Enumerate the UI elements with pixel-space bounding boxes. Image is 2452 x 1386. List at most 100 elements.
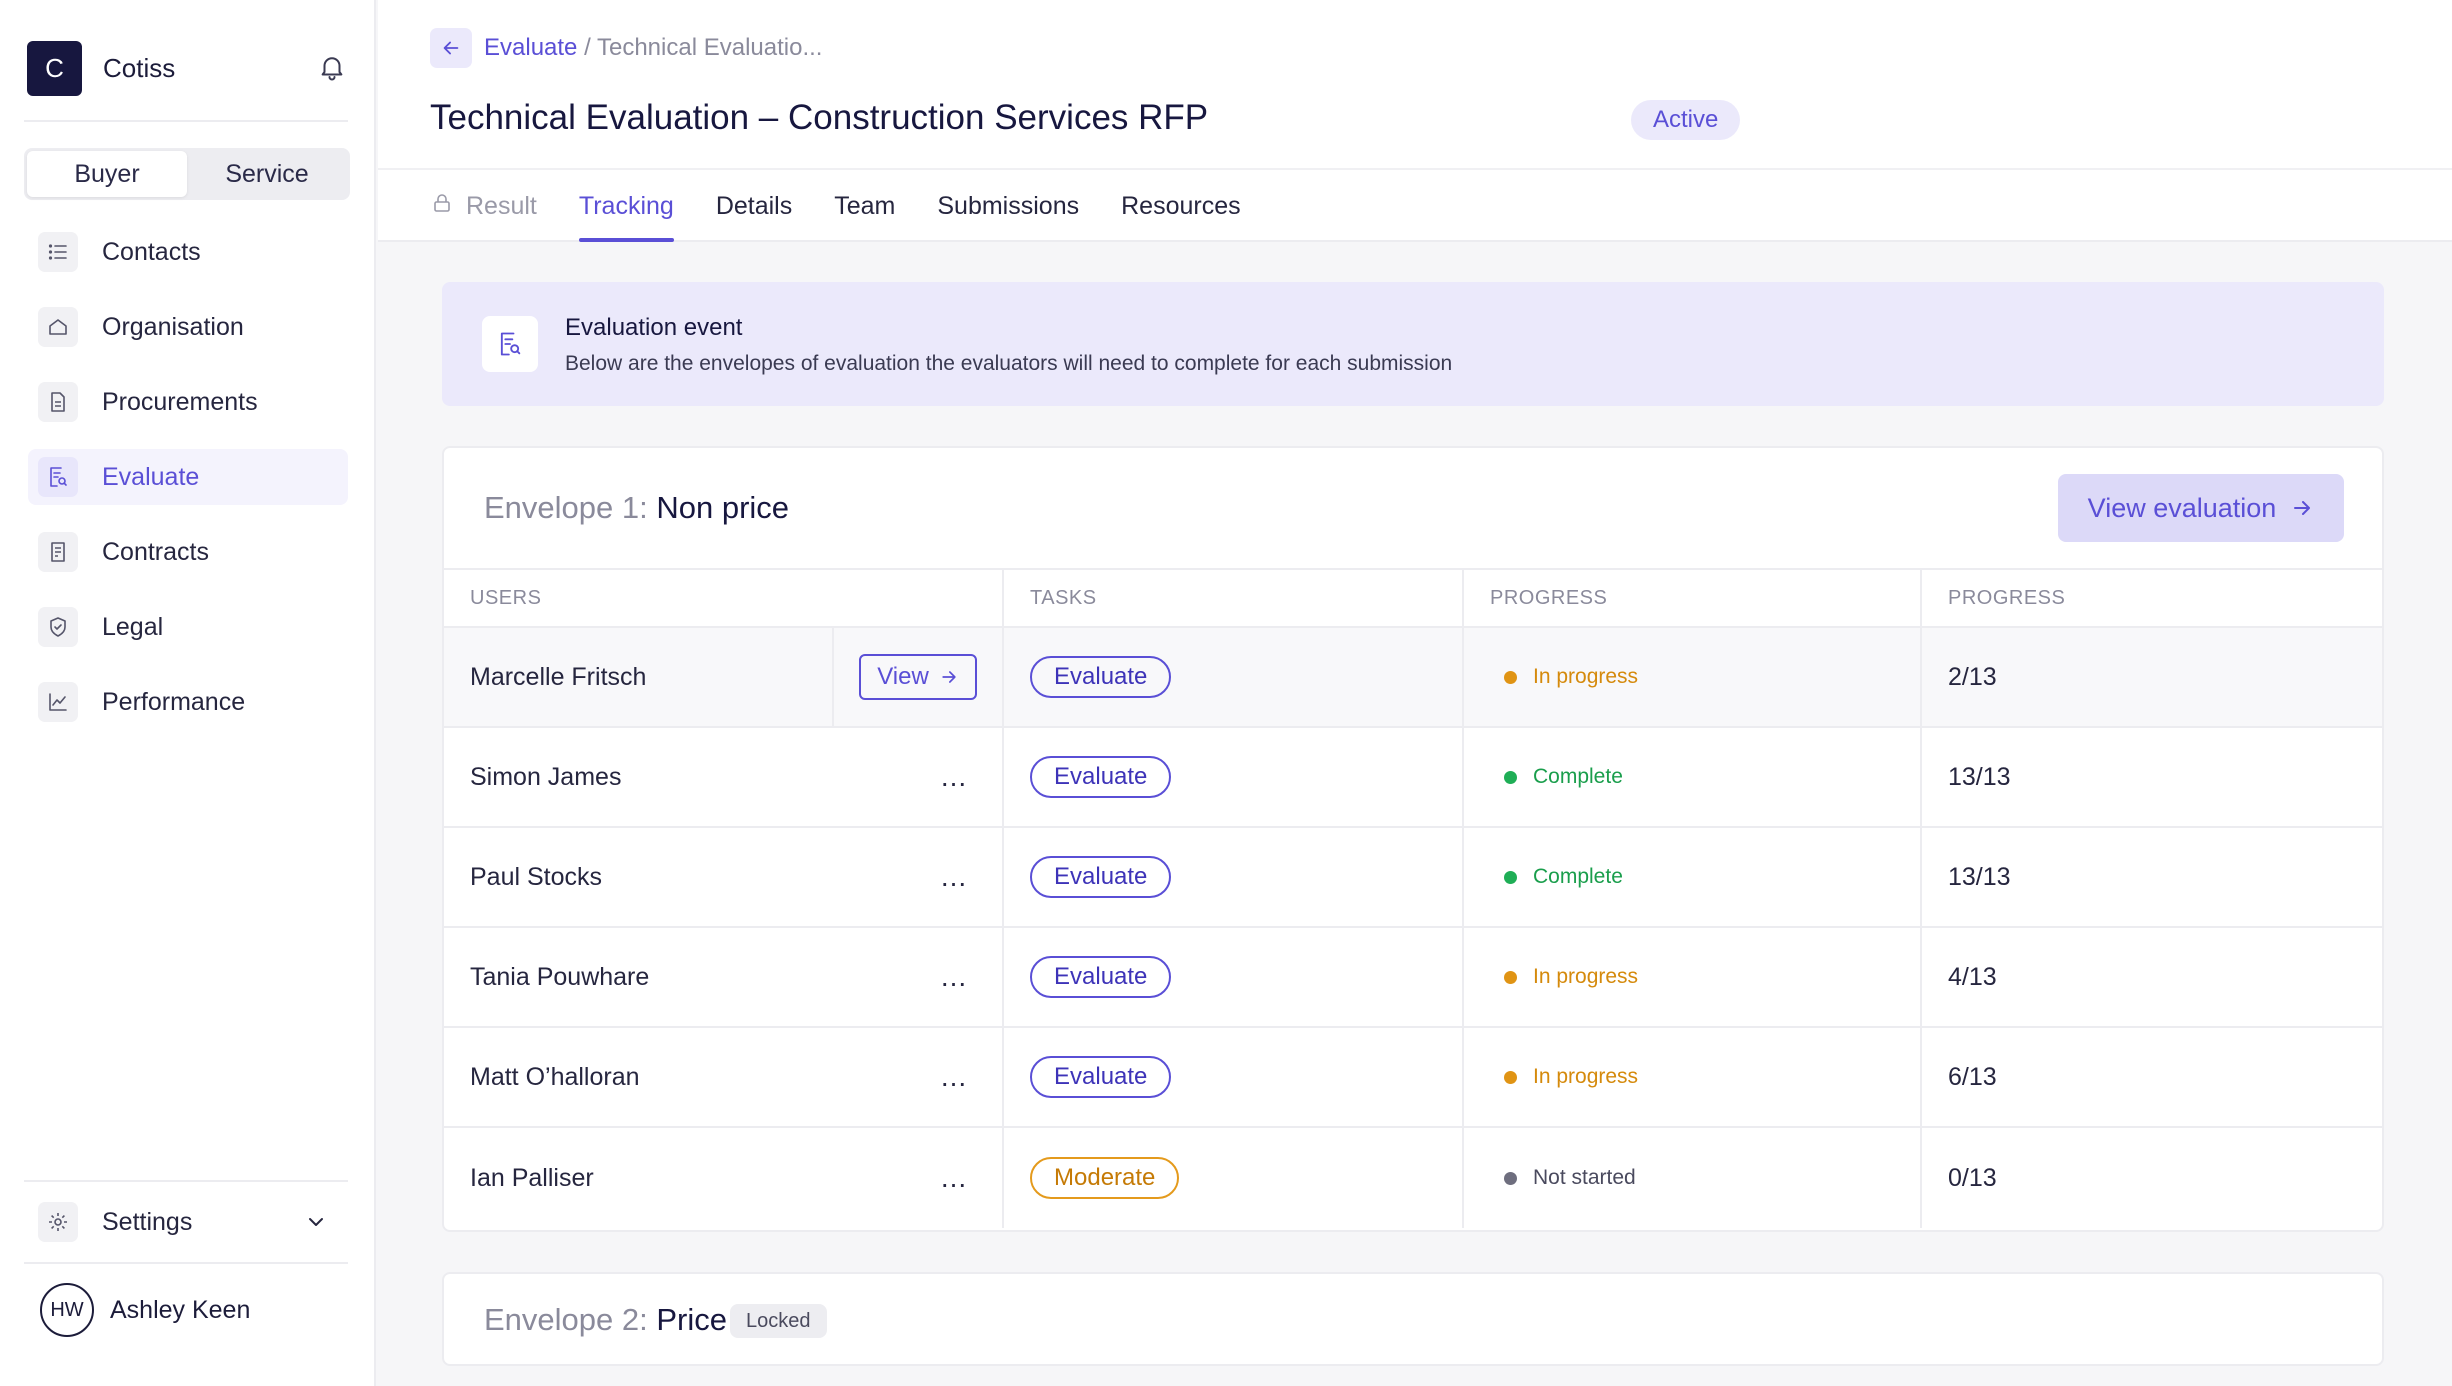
progress-status-cell: Complete xyxy=(1464,828,1922,926)
task-cell: Evaluate xyxy=(1004,728,1464,826)
document-icon xyxy=(38,382,78,422)
tab-resources[interactable]: Resources xyxy=(1121,170,1241,242)
status-text: Not started xyxy=(1533,1166,1636,1189)
row-actions: View xyxy=(832,628,1002,726)
user-cell: Matt O’halloran ... xyxy=(444,1028,1004,1126)
tab-label: Result xyxy=(466,191,537,220)
more-options-icon[interactable]: ... xyxy=(934,761,974,793)
lock-icon xyxy=(430,191,454,222)
sidebar-item-legal[interactable]: Legal xyxy=(28,599,348,655)
page-header: Evaluate / Technical Evaluatio... Techni… xyxy=(378,0,2452,242)
divider xyxy=(24,120,348,122)
user-cell: Ian Palliser ... xyxy=(444,1128,1004,1228)
view-label: View xyxy=(877,663,929,690)
toggle-buyer[interactable]: Buyer xyxy=(27,151,187,197)
sidebar-item-evaluate[interactable]: Evaluate xyxy=(28,449,348,505)
more-options-icon[interactable]: ... xyxy=(934,961,974,993)
locked-badge: Locked xyxy=(730,1304,827,1338)
back-button[interactable] xyxy=(430,28,472,68)
envelope-prefix: Envelope 2: xyxy=(484,1302,648,1337)
arrow-right-icon xyxy=(2294,501,2311,515)
contract-icon xyxy=(38,532,78,572)
evaluators-table: USERS TASKS PROGRESS PROGRESS Marcelle F… xyxy=(444,568,2382,1228)
sidebar-item-contacts[interactable]: Contacts xyxy=(28,224,348,280)
task-evaluate-button[interactable]: Evaluate xyxy=(1030,956,1172,998)
tab-submissions[interactable]: Submissions xyxy=(937,170,1079,242)
shield-icon xyxy=(38,607,78,647)
task-moderate-button[interactable]: Moderate xyxy=(1030,1157,1180,1199)
sidebar-item-contracts[interactable]: Contracts xyxy=(28,524,348,580)
gear-icon xyxy=(38,1202,78,1242)
envelope-title: Envelope 2: Price xyxy=(484,1302,727,1338)
sidebar-item-organisation[interactable]: Organisation xyxy=(28,299,348,355)
user-profile[interactable]: HW Ashley Keen xyxy=(40,1283,250,1337)
task-evaluate-button[interactable]: Evaluate xyxy=(1030,1056,1172,1098)
progress-status-cell: In progress xyxy=(1464,628,1922,726)
task-cell: Evaluate xyxy=(1004,628,1464,726)
evaluate-icon xyxy=(482,316,538,372)
status-text: In progress xyxy=(1533,1065,1639,1088)
task-evaluate-button[interactable]: Evaluate xyxy=(1030,856,1172,898)
user-name: Ashley Keen xyxy=(110,1295,251,1324)
task-evaluate-button[interactable]: Evaluate xyxy=(1030,756,1172,798)
status-badge: Active xyxy=(1631,100,1741,140)
buyer-service-toggle: Buyer Service xyxy=(24,148,350,200)
progress-count-cell: 2/13 xyxy=(1948,662,1997,691)
settings-label: Settings xyxy=(102,1207,193,1236)
view-evaluation-label: View evaluation xyxy=(2087,492,2277,523)
sidebar: C Cotiss Buyer Service Contacts Organisa… xyxy=(0,0,376,1386)
more-options-icon[interactable]: ... xyxy=(934,861,974,893)
table-row: Tania Pouwhare ... Evaluate In progress … xyxy=(444,928,2382,1028)
sidebar-item-label: Contacts xyxy=(102,237,201,266)
brand: C Cotiss xyxy=(27,40,347,96)
breadcrumb: Evaluate / Technical Evaluatio... xyxy=(484,34,822,62)
envelope-title: Envelope 1: Non price xyxy=(484,490,789,526)
arrow-right-icon xyxy=(942,671,956,683)
status-text: In progress xyxy=(1533,965,1639,988)
tab-result[interactable]: Result xyxy=(430,170,537,242)
status-dot xyxy=(1504,870,1517,884)
envelope-name: Price xyxy=(656,1302,727,1337)
user-name: Tania Pouwhare xyxy=(470,962,650,991)
column-header-progress-count: PROGRESS xyxy=(1948,586,2066,609)
toggle-service[interactable]: Service xyxy=(187,151,347,197)
column-header-progress-status: PROGRESS xyxy=(1464,570,1922,626)
status-dot xyxy=(1504,770,1517,784)
progress-count-cell: 13/13 xyxy=(1948,762,2011,791)
sidebar-item-label: Legal xyxy=(102,612,164,641)
view-button[interactable]: View xyxy=(859,654,977,700)
sidebar-item-procurements[interactable]: Procurements xyxy=(28,374,348,430)
progress-status-cell: Not started xyxy=(1464,1128,1922,1228)
task-evaluate-button[interactable]: Evaluate xyxy=(1030,656,1172,698)
more-options-icon[interactable]: ... xyxy=(934,1162,974,1194)
progress-count-cell: 13/13 xyxy=(1948,862,2011,891)
table-row: Paul Stocks ... Evaluate Complete 13/13 xyxy=(444,828,2382,928)
envelope-name: Non price xyxy=(656,490,790,525)
sidebar-item-label: Contracts xyxy=(102,537,209,566)
tab-tracking[interactable]: Tracking xyxy=(578,170,674,242)
sidebar-item-label: Performance xyxy=(102,687,246,716)
user-name: Marcelle Fritsch xyxy=(470,662,647,691)
settings-menu[interactable]: Settings xyxy=(38,1200,328,1244)
more-options-icon[interactable]: ... xyxy=(934,1061,974,1093)
user-cell: Marcelle Fritsch View xyxy=(444,628,1004,726)
user-name: Matt O’halloran xyxy=(470,1062,640,1091)
task-cell: Moderate xyxy=(1004,1128,1464,1228)
breadcrumb-link[interactable]: Evaluate xyxy=(484,34,577,61)
status-dot xyxy=(1504,1171,1517,1185)
chevron-down-icon[interactable] xyxy=(304,1210,328,1239)
tab-details[interactable]: Details xyxy=(716,170,792,242)
tab-bar: Result Tracking Details Team Submissions… xyxy=(430,170,1283,242)
bell-icon[interactable] xyxy=(317,52,347,82)
sidebar-item-label: Procurements xyxy=(102,387,258,416)
envelope-2-card[interactable]: Envelope 2: Price Locked xyxy=(442,1272,2384,1366)
evaluate-icon xyxy=(38,457,78,497)
progress-status-cell: In progress xyxy=(1464,928,1922,1026)
tab-team[interactable]: Team xyxy=(834,170,895,242)
arrow-left-icon xyxy=(443,41,459,55)
brand-logo[interactable]: C xyxy=(27,40,82,96)
sidebar-item-performance[interactable]: Performance xyxy=(28,674,348,730)
table-row: Ian Palliser ... Moderate Not started 0/… xyxy=(444,1128,2382,1228)
breadcrumb-current: Technical Evaluatio... xyxy=(596,34,823,61)
view-evaluation-button[interactable]: View evaluation xyxy=(2058,474,2344,542)
